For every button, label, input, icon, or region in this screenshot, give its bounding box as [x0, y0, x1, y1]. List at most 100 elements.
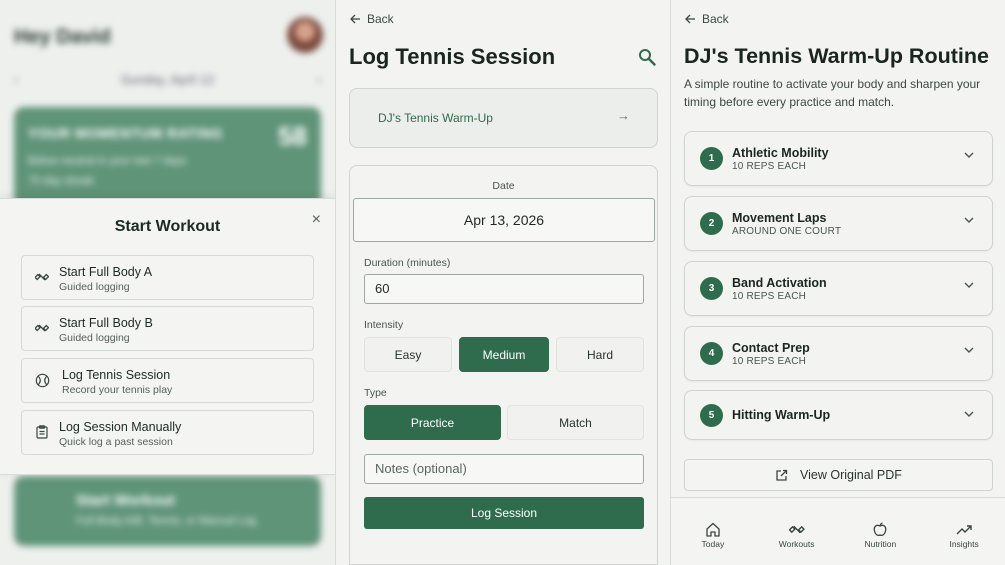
start-workout-sheet: Start Workout × Start Full Body A Guided… — [0, 198, 335, 475]
tab-label: Insights — [949, 539, 979, 549]
step-title: Athletic Mobility — [732, 146, 829, 160]
option-subtitle: Guided logging — [59, 281, 130, 293]
option-title: Start Full Body A — [59, 265, 153, 279]
option-full-body-b[interactable]: Start Full Body B Guided logging — [21, 306, 314, 351]
avatar[interactable] — [287, 17, 323, 53]
next-day-icon[interactable]: › — [317, 72, 321, 87]
step-number: 5 — [700, 404, 723, 427]
duration-input[interactable]: 60 — [364, 274, 644, 304]
step-athletic-mobility[interactable]: 1 Athletic Mobility 10 REPS EACH — [684, 131, 993, 186]
option-full-body-a[interactable]: Start Full Body A Guided logging — [21, 255, 314, 300]
trend-icon — [956, 525, 972, 535]
chevron-down-icon — [964, 411, 974, 417]
home-icon — [706, 522, 720, 537]
step-title: Band Activation — [732, 276, 827, 290]
tab-workouts[interactable]: Workouts — [755, 498, 839, 565]
momentum-subtitle: Below neutral in your last 7 days — [28, 155, 187, 167]
step-band-activation[interactable]: 3 Band Activation 10 REPS EACH — [684, 261, 993, 316]
step-number: 1 — [700, 147, 723, 170]
step-title: Hitting Warm-Up — [732, 408, 831, 422]
start-workout-card-title: Start Workout — [76, 492, 175, 509]
tab-today[interactable]: Today — [671, 498, 755, 565]
back-label: Back — [367, 12, 394, 26]
back-button[interactable]: Back — [685, 12, 729, 26]
option-log-manually[interactable]: Log Session Manually Quick log a past se… — [21, 410, 314, 455]
routine-panel: Back DJ's Tennis Warm-Up Routine A simpl… — [670, 0, 1005, 565]
greeting: Hey David — [14, 26, 111, 48]
momentum-card[interactable]: YOUR MOMENTUM RATING 58 Below neutral in… — [14, 107, 321, 207]
tab-label: Today — [701, 539, 725, 549]
current-date: Sunday, April 12 — [120, 72, 215, 87]
option-title: Start Full Body B — [59, 316, 153, 330]
step-title: Movement Laps — [732, 211, 827, 225]
step-number: 2 — [700, 212, 723, 235]
tab-nutrition[interactable]: Nutrition — [839, 498, 923, 565]
view-pdf-button[interactable]: View Original PDF — [684, 459, 993, 491]
bottom-tab-bar: Today Workouts Nutrition Insights — [671, 497, 1005, 565]
step-contact-prep[interactable]: 4 Contact Prep 10 REPS EACH — [684, 326, 993, 381]
arrow-right-icon: → — [617, 108, 630, 123]
external-link-icon — [776, 469, 788, 481]
step-number: 4 — [700, 342, 723, 365]
step-subtitle: AROUND ONE COURT — [732, 226, 842, 237]
intensity-medium[interactable]: Medium — [459, 337, 549, 372]
type-label: Type — [364, 387, 387, 399]
tab-label: Workouts — [778, 539, 815, 549]
clipboard-icon — [34, 424, 50, 440]
page-title: DJ's Tennis Warm-Up Routine — [684, 44, 989, 68]
routine-link-label: DJ's Tennis Warm-Up — [378, 111, 493, 125]
start-workout-card[interactable]: Start Workout Full Body A/B, Tennis, or … — [14, 476, 321, 546]
session-form: Date Apr 13, 2026 Duration (minutes) 60 … — [349, 165, 658, 565]
back-button[interactable]: Back — [350, 12, 394, 26]
arrow-left-icon — [685, 14, 695, 24]
step-subtitle: 10 REPS EACH — [732, 161, 807, 172]
routine-description: A simple routine to activate your body a… — [684, 77, 981, 109]
intensity-easy[interactable]: Easy — [364, 337, 452, 372]
step-movement-laps[interactable]: 2 Movement Laps AROUND ONE COURT — [684, 196, 993, 251]
chevron-down-icon — [964, 217, 974, 223]
dumbbell-icon — [34, 269, 50, 285]
intensity-label: Intensity — [364, 319, 404, 331]
momentum-value: 58 — [278, 121, 307, 151]
back-label: Back — [702, 12, 729, 26]
log-tennis-panel: Back Log Tennis Session DJ's Tennis Warm… — [335, 0, 670, 565]
date-field[interactable]: Apr 13, 2026 — [353, 198, 655, 242]
option-subtitle: Quick log a past session — [59, 436, 173, 448]
page-title: Log Tennis Session — [349, 44, 556, 69]
type-practice[interactable]: Practice — [364, 405, 501, 440]
step-number: 3 — [700, 277, 723, 300]
type-match[interactable]: Match — [507, 405, 644, 440]
intensity-hard[interactable]: Hard — [556, 337, 644, 372]
log-session-button[interactable]: Log Session — [364, 497, 644, 529]
step-subtitle: 10 REPS EACH — [732, 291, 807, 302]
option-subtitle: Guided logging — [59, 332, 130, 344]
dumbbell-icon — [788, 525, 805, 534]
step-hitting-warm-up[interactable]: 5 Hitting Warm-Up — [684, 390, 993, 440]
date-navigator: ‹ Sunday, April 12 › — [14, 72, 321, 87]
notes-input[interactable]: Notes (optional) — [364, 454, 644, 484]
date-label: Date — [492, 180, 515, 192]
prev-day-icon[interactable]: ‹ — [14, 72, 18, 87]
sheet-title: Start Workout — [114, 218, 221, 235]
dumbbell-icon — [34, 320, 50, 336]
step-title: Contact Prep — [732, 341, 810, 355]
option-title: Log Tennis Session — [62, 368, 171, 382]
option-log-tennis[interactable]: Log Tennis Session Record your tennis pl… — [21, 358, 314, 403]
chevron-down-icon — [964, 347, 974, 353]
apple-icon — [874, 522, 887, 537]
option-title: Log Session Manually — [59, 420, 182, 434]
tab-label: Nutrition — [864, 539, 897, 549]
tab-insights[interactable]: Insights — [922, 498, 1005, 565]
tennis-ball-icon — [34, 372, 50, 388]
view-pdf-label: View Original PDF — [800, 468, 902, 482]
routine-link-card[interactable]: DJ's Tennis Warm-Up → — [349, 88, 658, 148]
chevron-down-icon — [964, 282, 974, 288]
momentum-title: YOUR MOMENTUM RATING — [28, 125, 223, 141]
arrow-left-icon — [350, 14, 360, 24]
chevron-down-icon — [964, 152, 974, 158]
home-panel: Hey David ‹ Sunday, April 12 › YOUR MOME… — [0, 0, 335, 565]
step-subtitle: 10 REPS EACH — [732, 356, 807, 367]
close-icon[interactable]: × — [312, 211, 321, 229]
duration-label: Duration (minutes) — [364, 257, 451, 269]
search-icon[interactable] — [638, 48, 656, 71]
